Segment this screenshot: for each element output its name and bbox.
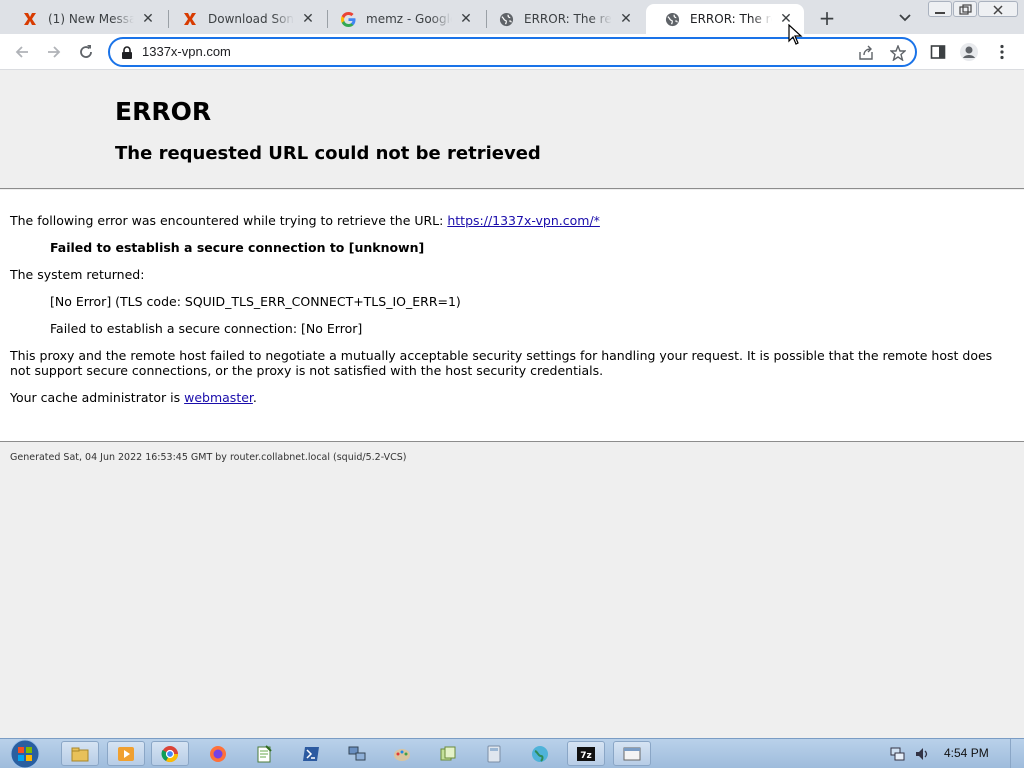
side-panel-icon — [930, 45, 946, 59]
system-returned-label: The system returned: — [10, 267, 145, 282]
kebab-menu-icon — [1000, 44, 1004, 60]
taskbar-console[interactable] — [613, 741, 651, 766]
error-detail: Failed to establish a secure connection … — [50, 240, 425, 255]
file-explorer-icon — [71, 747, 89, 761]
svg-text:7z: 7z — [580, 751, 592, 761]
side-panel-button[interactable] — [926, 40, 950, 64]
profile-button[interactable] — [957, 40, 981, 64]
volume-tray-icon[interactable] — [914, 746, 930, 766]
menu-button[interactable] — [990, 40, 1014, 64]
restore-icon — [959, 4, 972, 15]
tab-active[interactable]: ERROR: The reque ✕ — [646, 4, 804, 34]
close-icon[interactable]: ✕ — [458, 11, 474, 27]
url-text[interactable]: 1337x-vpn.com — [142, 44, 231, 59]
tab-title: ERROR: The reque — [524, 12, 612, 26]
network-tray-icon[interactable] — [890, 746, 906, 766]
reload-icon — [80, 45, 92, 58]
intro-text: The following error was encountered whil… — [10, 213, 448, 228]
x-logo-icon — [182, 11, 198, 27]
network-icon — [348, 746, 366, 760]
taskbar-firefox[interactable] — [199, 741, 237, 766]
taskbar-notepad[interactable] — [245, 741, 283, 766]
lock-icon[interactable] — [118, 44, 136, 62]
reload-button[interactable] — [74, 40, 98, 64]
taskbar-calculator[interactable] — [475, 741, 513, 766]
share-icon[interactable] — [857, 44, 875, 62]
files-icon — [440, 746, 456, 760]
show-desktop-button[interactable] — [1010, 739, 1024, 768]
admin-text: Your cache administrator is — [10, 390, 185, 405]
taskbar-file-explorer[interactable] — [61, 741, 99, 766]
globe-icon — [664, 11, 680, 27]
admin-paragraph: Your cache administrator is webmaster. — [10, 390, 257, 405]
secure-connection-text: Failed to establish a secure connection:… — [50, 321, 363, 336]
arrow-right-icon — [48, 46, 61, 58]
forward-button[interactable] — [42, 40, 66, 64]
close-icon[interactable]: ✕ — [618, 11, 634, 27]
tab-title: memz - Google S — [366, 12, 452, 26]
taskbar-7zip[interactable]: 7z — [567, 741, 605, 766]
taskbar: 7z 4:54 PM — [0, 738, 1024, 768]
globe-app-icon — [532, 745, 548, 762]
firefox-icon — [210, 745, 226, 762]
bookmark-star-icon[interactable] — [889, 44, 907, 62]
browser-toolbar: 1337x-vpn.com — [0, 34, 1024, 70]
webmaster-link[interactable]: webmaster — [184, 390, 253, 405]
generated-footer: Generated Sat, 04 Jun 2022 16:53:45 GMT … — [10, 452, 407, 463]
admin-suffix: . — [252, 390, 257, 405]
7zip-icon: 7z — [577, 746, 595, 761]
notepad-icon — [257, 744, 272, 762]
page-content: ERROR The requested URL could not be ret… — [0, 70, 1024, 738]
google-icon — [340, 11, 356, 27]
arrow-left-icon — [15, 46, 28, 58]
tab-1[interactable]: (1) New Message! ✕ — [4, 4, 166, 34]
error-subtitle: The requested URL could not be retrieved — [115, 143, 541, 164]
close-window-button[interactable] — [978, 1, 1018, 17]
tab-title: Download Sony V — [208, 12, 294, 26]
x-logo-icon — [22, 11, 38, 27]
requested-url-link[interactable]: https://1337x-vpn.com/* — [447, 213, 600, 228]
new-tab-button[interactable]: + — [814, 6, 840, 30]
close-icon — [993, 5, 1003, 15]
windows-logo-icon — [10, 739, 40, 768]
error-body: The following error was encountered whil… — [0, 190, 1024, 442]
error-title: ERROR — [115, 97, 212, 126]
minimize-button[interactable] — [928, 1, 952, 17]
taskbar-files[interactable] — [429, 741, 467, 766]
close-icon[interactable]: ✕ — [300, 11, 316, 27]
taskbar-network[interactable] — [338, 741, 376, 766]
taskbar-powershell[interactable] — [292, 741, 330, 766]
tab-2[interactable]: Download Sony V ✕ — [164, 4, 326, 34]
taskbar-chrome[interactable] — [151, 741, 189, 766]
media-player-icon — [118, 746, 134, 761]
restore-button[interactable] — [953, 1, 977, 17]
back-button[interactable] — [10, 40, 34, 64]
powershell-icon — [303, 746, 319, 761]
tls-code-text: [No Error] (TLS code: SQUID_TLS_ERR_CONN… — [50, 294, 461, 309]
avatar-icon — [960, 43, 978, 61]
tab-3[interactable]: memz - Google S ✕ — [322, 4, 484, 34]
close-icon[interactable]: ✕ — [140, 11, 156, 27]
tab-strip: (1) New Message! ✕ Download Sony V ✕ mem… — [0, 0, 1024, 34]
intro-paragraph: The following error was encountered whil… — [10, 213, 600, 228]
taskbar-paint[interactable] — [383, 741, 421, 766]
taskbar-media-player[interactable] — [107, 741, 145, 766]
taskbar-clock[interactable]: 4:54 PM — [944, 746, 989, 760]
tab-title: (1) New Message! — [48, 12, 134, 26]
tab-4[interactable]: ERROR: The reque ✕ — [480, 4, 644, 34]
calculator-icon — [487, 745, 501, 762]
paint-icon — [394, 748, 410, 761]
mouse-cursor-icon — [788, 24, 803, 45]
tab-title: ERROR: The reque — [690, 12, 772, 26]
taskbar-globe-app[interactable] — [521, 741, 559, 766]
chrome-icon — [161, 745, 179, 762]
start-button[interactable] — [4, 739, 46, 768]
explanation-text: This proxy and the remote host failed to… — [10, 348, 993, 378]
error-header: ERROR The requested URL could not be ret… — [0, 70, 1024, 189]
tab-search-button[interactable] — [894, 7, 916, 29]
globe-icon — [498, 11, 514, 27]
console-icon — [623, 747, 641, 760]
chevron-down-icon — [899, 14, 911, 22]
minimize-icon — [935, 12, 945, 14]
